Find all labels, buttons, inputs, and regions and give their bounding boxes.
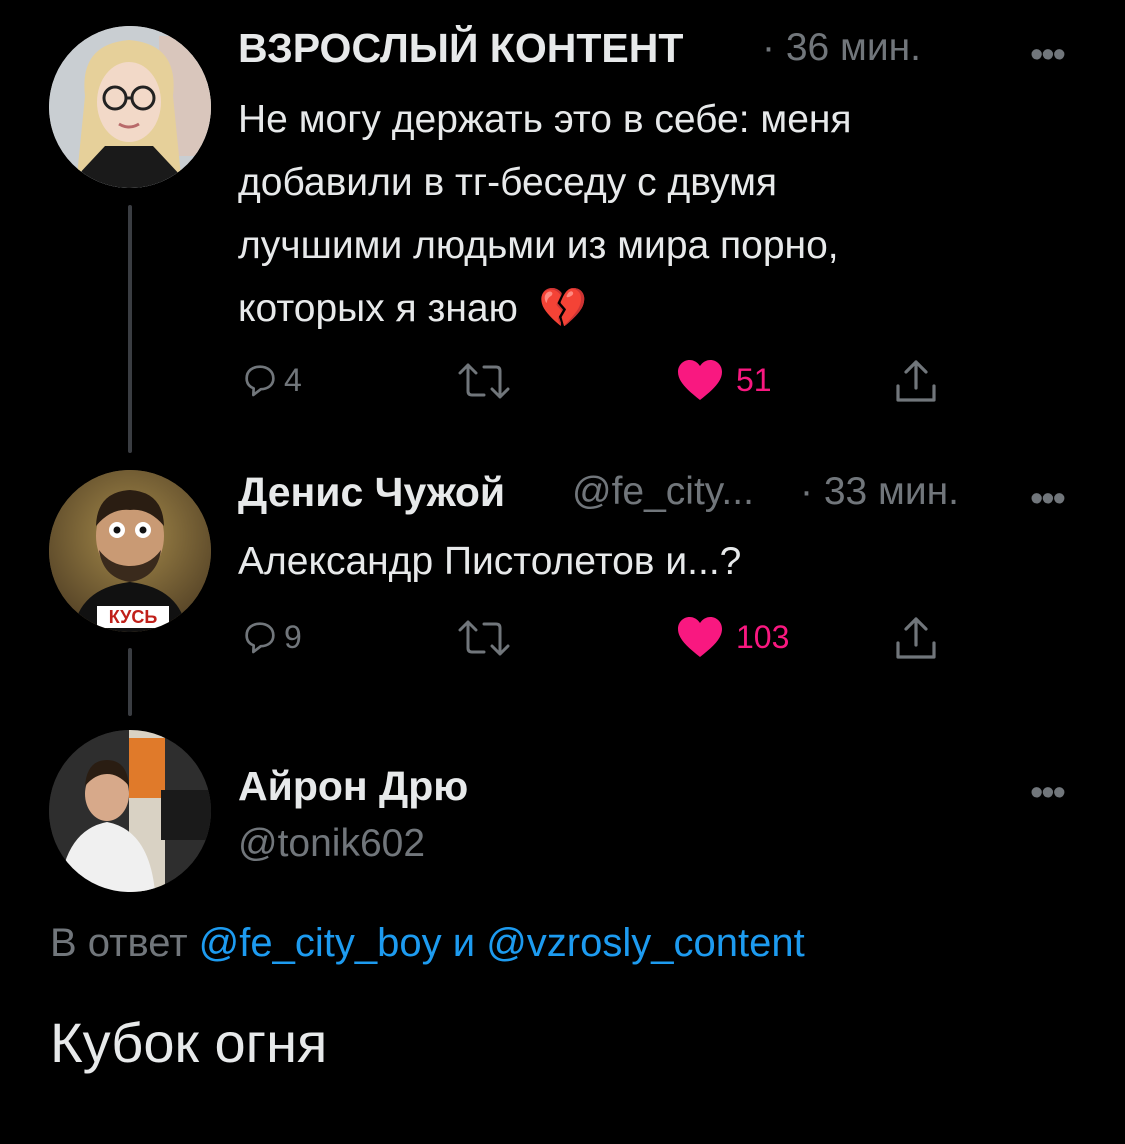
share-button[interactable] xyxy=(894,615,938,668)
retweet-button[interactable] xyxy=(456,618,512,663)
tweet-text-line: которых я знаю 💔 xyxy=(238,277,1078,340)
reply-button[interactable]: 9 xyxy=(240,617,302,657)
tweet-text-line: лучшими людьми из мира порно, xyxy=(238,224,839,267)
reply-count: 9 xyxy=(284,618,302,655)
tweet-text: Александр Пистолетов и...? xyxy=(238,540,742,583)
user-handle[interactable]: @fe_city... xyxy=(572,470,754,514)
retweet-button[interactable] xyxy=(456,361,512,406)
like-count: 103 xyxy=(736,618,790,655)
timestamp[interactable]: · 33 мин. xyxy=(800,470,959,514)
tweet-text-line: добавили в тг-беседу с двумя xyxy=(238,161,778,204)
display-name[interactable]: ВЗРОСЛЫЙ КОНТЕНТ xyxy=(238,25,683,72)
mention-separator: и xyxy=(452,921,476,965)
avatar[interactable]: КУСЬ xyxy=(49,470,211,632)
user-handle[interactable]: @tonik602 xyxy=(238,822,425,866)
more-icon[interactable]: ••• xyxy=(1030,36,1066,74)
like-button[interactable]: 51 xyxy=(676,358,772,402)
tweet-text-segment: которых я знаю xyxy=(238,287,518,330)
display-name[interactable]: Денис Чужой xyxy=(238,469,505,516)
mention-link[interactable]: @fe_city_boy xyxy=(199,921,442,965)
display-name[interactable]: Айрон Дрю xyxy=(238,763,468,810)
thread-line xyxy=(128,205,132,453)
mention-link[interactable]: @vzrosly_content xyxy=(486,921,805,965)
replying-to-label: В ответ xyxy=(50,921,188,965)
retweet-icon xyxy=(458,363,510,399)
like-count: 51 xyxy=(736,361,772,398)
reply-count: 4 xyxy=(284,361,302,398)
reply-icon xyxy=(245,622,275,654)
like-button[interactable]: 103 xyxy=(676,615,789,659)
avatar[interactable] xyxy=(49,730,211,892)
tweet-text-line: Не могу держать это в себе: меня xyxy=(238,98,852,141)
share-button[interactable] xyxy=(894,358,938,411)
shirt-print: КУСЬ xyxy=(97,606,169,628)
timestamp[interactable]: · 36 мин. xyxy=(762,26,921,70)
avatar[interactable] xyxy=(49,26,211,188)
tweet-text: Кубок огня xyxy=(50,1011,328,1074)
more-icon[interactable]: ••• xyxy=(1030,480,1066,518)
thread-line xyxy=(128,648,132,716)
heart-icon xyxy=(678,617,722,657)
reply-button[interactable]: 4 xyxy=(240,360,302,400)
more-icon[interactable]: ••• xyxy=(1030,774,1066,812)
replying-to: В ответ @fe_city_boy и @vzrosly_content xyxy=(50,921,805,966)
reply-icon xyxy=(245,365,275,397)
tweet-text: Не могу держать это в себе: меня добавил… xyxy=(238,88,1078,340)
retweet-icon xyxy=(458,620,510,656)
share-icon xyxy=(896,617,936,659)
share-icon xyxy=(896,360,936,402)
broken-heart-emoji: 💔 xyxy=(538,287,588,330)
heart-icon xyxy=(678,360,722,400)
